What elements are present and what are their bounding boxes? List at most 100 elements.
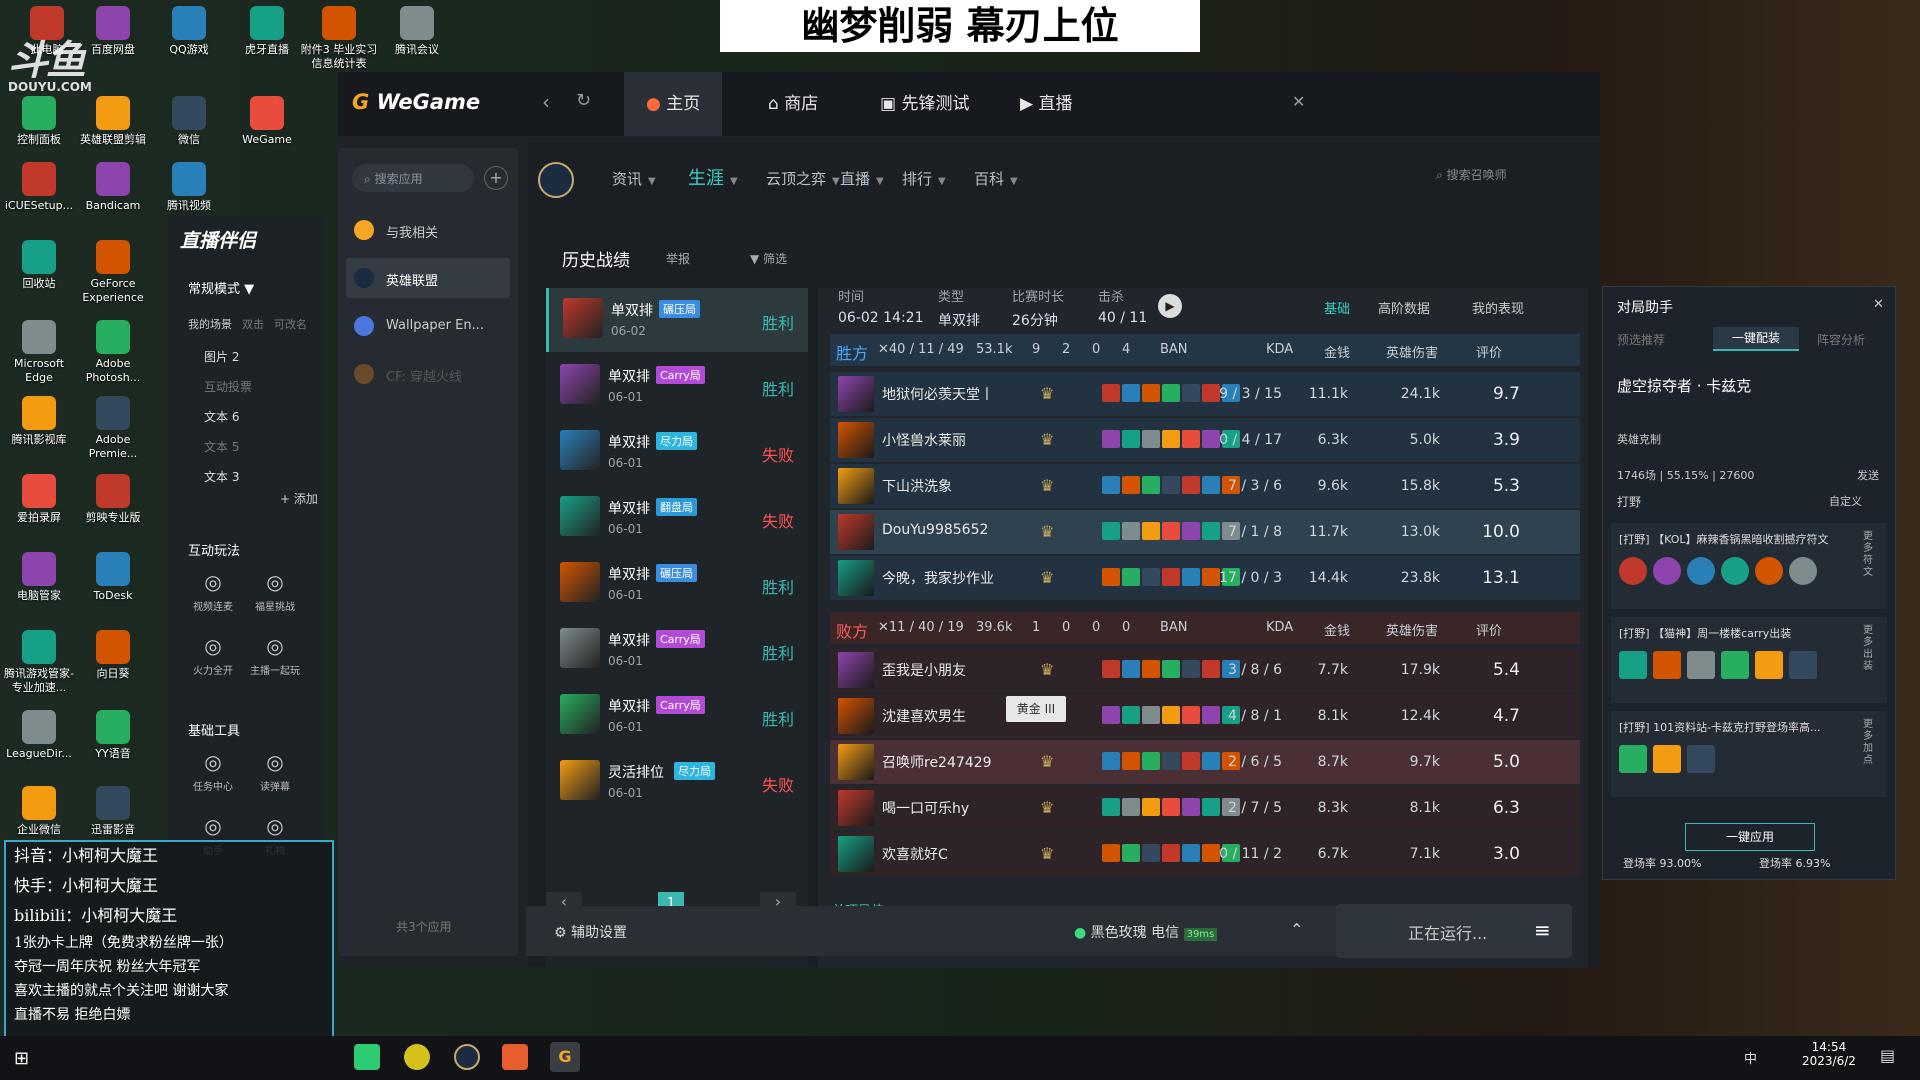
recommendation-card[interactable]: [打野] 【KOL】麻辣香锅黑暗收割撼疗符文 更多符文 — [1611, 523, 1887, 609]
tab-lineup[interactable]: 阵容分析 — [1817, 331, 1865, 348]
more-link[interactable]: 更多出装 — [1863, 625, 1877, 673]
tab-store[interactable]: ⌂ 商店 — [746, 72, 840, 136]
history-row[interactable]: 单双排 翻盘局 06-01 失败 — [546, 486, 808, 550]
lol-nav-item[interactable]: 云顶之弈 ▼ — [766, 168, 840, 189]
desktop-icon[interactable]: Bandicam — [74, 162, 152, 213]
player-row[interactable]: 欢喜就好C ♛ 0 / 11 / 2 6.7k 7.1k 3.0 — [830, 832, 1580, 876]
tool-button[interactable]: ◎ 主播一起玩 — [244, 634, 306, 698]
history-row[interactable]: 单双排 Carry局 06-01 胜利 — [546, 354, 808, 418]
desktop-icon[interactable]: YY语音 — [74, 710, 152, 761]
apply-button[interactable]: 一键应用 — [1685, 823, 1815, 851]
custom-select[interactable]: 自定义 — [1829, 493, 1862, 509]
app-item[interactable]: Wallpaper En... — [346, 306, 510, 346]
player-row[interactable]: 今晚，我家抄作业 ♛ 17 / 0 / 3 14.4k 23.8k 13.1 — [830, 556, 1580, 600]
history-row[interactable]: 单双排 碾压局 06-01 胜利 — [546, 552, 808, 616]
desktop-icon[interactable]: 附件3 毕业实习信息统计表 — [300, 6, 378, 71]
desktop-icon[interactable]: 迅雷影音 — [74, 786, 152, 837]
history-row[interactable]: 单双排 碾压局 06-02 胜利 — [546, 288, 808, 352]
player-row[interactable]: 地狱何必羡天堂丨 ♛ 9 / 3 / 15 11.1k 24.1k 9.7 — [830, 372, 1580, 416]
player-name[interactable]: 小怪兽水莱丽 — [882, 430, 966, 450]
start-icon[interactable]: ⊞ — [14, 1048, 29, 1069]
player-name[interactable]: 召唤师re247429 — [882, 752, 992, 772]
lol-nav-item[interactable]: 生涯 ▼ — [688, 164, 738, 190]
desktop-icon[interactable]: QQ游戏 — [150, 6, 228, 57]
player-row[interactable]: 沈建喜欢男生♛4 / 8 / 18.1k12.4k4.7 — [830, 694, 1580, 738]
source-item[interactable]: 文本 3 — [204, 468, 252, 498]
player-row[interactable]: 歪我是小朋友 ♛ 3 / 8 / 6 7.7k 17.9k 5.4 — [830, 648, 1580, 692]
send-button[interactable]: 发送 — [1857, 467, 1879, 483]
more-link[interactable]: 更多符文 — [1863, 531, 1877, 579]
player-name[interactable]: 欢喜就好C — [882, 844, 948, 864]
recommendation-card[interactable]: [打野] 101资料站-卡兹克打野登场率高... 更多加点 — [1611, 711, 1887, 797]
chevron-up-icon[interactable]: ⌃ — [1290, 920, 1303, 939]
app-item[interactable]: 与我相关 — [346, 210, 510, 250]
desktop-icon[interactable]: Adobe Photosh... — [74, 320, 152, 385]
app-item[interactable]: 英雄联盟 — [346, 258, 510, 298]
player-name[interactable]: 沈建喜欢男生 — [882, 706, 966, 726]
tab-my-performance[interactable]: 我的表现 — [1472, 298, 1524, 317]
history-row[interactable]: 单双排 Carry局 06-01 胜利 — [546, 684, 808, 748]
tab-advanced[interactable]: 高阶数据 — [1378, 298, 1430, 317]
close-icon[interactable]: ✕ — [1292, 92, 1305, 111]
refresh-icon[interactable]: ↻ — [576, 90, 591, 111]
history-row[interactable]: 灵活排位 尽力局 06-01 失败 — [546, 750, 808, 814]
player-row[interactable]: 召唤师re247429 ♛ 2 / 6 / 5 8.7k 9.7k 5.0 — [830, 740, 1580, 784]
tool-button[interactable]: ◎ 视频连麦 — [182, 570, 244, 634]
lol-player-search[interactable]: ⌕ 搜索召唤师 — [1436, 166, 1507, 183]
app-search-input[interactable]: ⌕ 搜索应用 — [352, 164, 474, 192]
player-name[interactable]: 下山洪洗象 — [882, 476, 952, 496]
desktop-icon[interactable]: 向日葵 — [74, 630, 152, 681]
lol-nav-item[interactable]: 资讯 ▼ — [612, 168, 656, 189]
desktop-icon[interactable]: 腾讯影视库 — [0, 396, 78, 447]
desktop-icon[interactable]: 回收站 — [0, 240, 78, 291]
player-row[interactable]: 下山洪洗象 ♛ 7 / 3 / 6 9.6k 15.8k 5.3 — [830, 464, 1580, 508]
desktop-icon[interactable]: iCUESetup... — [0, 162, 78, 213]
player-name[interactable]: DouYu9985652 — [882, 522, 988, 538]
app-item[interactable]: CF: 穿越火线 — [346, 354, 510, 394]
tool-button[interactable]: ◎ 福星挑战 — [244, 570, 306, 634]
app-icon-media[interactable] — [354, 1044, 380, 1070]
desktop-icon[interactable]: 剪映专业版 — [74, 474, 152, 525]
lol-nav-item[interactable]: 排行 ▼ — [902, 168, 946, 189]
report-link[interactable]: 举报 — [666, 250, 690, 267]
tab-preselect[interactable]: 预选推荐 — [1617, 331, 1665, 348]
tab-live[interactable]: ▶ 直播 — [998, 72, 1094, 136]
tool-button[interactable]: ◎ 火力全开 — [182, 634, 244, 698]
player-name[interactable]: 歪我是小朋友 — [882, 660, 966, 680]
app-icon-browser[interactable] — [404, 1044, 430, 1070]
app-icon-lol[interactable] — [454, 1044, 480, 1070]
add-app-button[interactable]: + — [484, 166, 508, 190]
lol-nav-item[interactable]: 直播 ▼ — [840, 168, 884, 189]
history-row[interactable]: 单双排 尽力局 06-01 失败 — [546, 420, 808, 484]
mode-select[interactable]: 常规模式 ▼ — [188, 278, 254, 297]
player-row[interactable]: 喝一口可乐hy ♛ 2 / 7 / 5 8.3k 8.1k 6.3 — [830, 786, 1580, 830]
add-source-button[interactable]: + 添加 — [280, 490, 318, 507]
desktop-icon[interactable]: 爱拍录屏 — [0, 474, 78, 525]
source-item[interactable]: 文本 6 — [204, 408, 252, 438]
scene-tab[interactable]: 我的场景 — [188, 316, 232, 332]
app-icon-douyu[interactable] — [502, 1044, 528, 1070]
source-item[interactable]: 互动投票 — [204, 378, 252, 408]
more-link[interactable]: 更多加点 — [1863, 719, 1877, 767]
app-icon-wegame[interactable]: G — [550, 1042, 580, 1072]
source-item[interactable]: 图片 2 — [204, 348, 252, 378]
player-name[interactable]: 喝一口可乐hy — [882, 798, 969, 818]
ime-indicator[interactable]: 中 — [1744, 1048, 1757, 1067]
scene-tab[interactable]: 可改名 — [274, 316, 307, 332]
desktop-icon[interactable]: 企业微信 — [0, 786, 78, 837]
replay-play-icon[interactable]: ▶ — [1158, 294, 1182, 318]
desktop-icon[interactable]: Adobe Premie... — [74, 396, 152, 461]
player-name[interactable]: 地狱何必羡天堂丨 — [882, 384, 994, 404]
desktop-icon[interactable]: GeForce Experience — [74, 240, 152, 305]
desktop-icon[interactable]: 虎牙直播 — [228, 6, 306, 57]
lol-nav-item[interactable]: 百科 ▼ — [974, 168, 1018, 189]
desktop-icon[interactable]: 电脑管家 — [0, 552, 78, 603]
desktop-icon[interactable]: 微信 — [150, 96, 228, 147]
desktop-icon[interactable]: 英雄联盟剪辑 — [74, 96, 152, 147]
counter-link[interactable]: 英雄克制 — [1617, 431, 1661, 447]
desktop-icon[interactable]: Microsoft Edge — [0, 320, 78, 385]
tab-home[interactable]: ● 主页 — [624, 72, 723, 136]
notification-icon[interactable]: ▤ — [1880, 1046, 1895, 1065]
back-icon[interactable]: ‹ — [542, 90, 550, 114]
scene-tab[interactable]: 双击 — [242, 316, 264, 332]
